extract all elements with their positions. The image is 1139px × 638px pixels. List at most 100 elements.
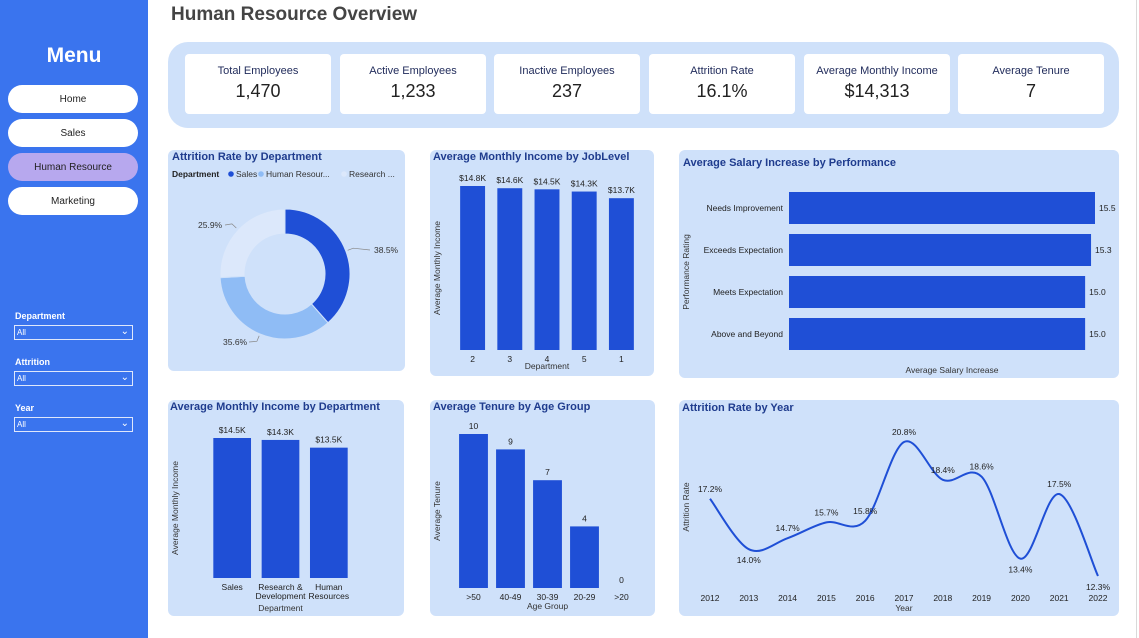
tick-label: 2014: [778, 593, 797, 603]
kpi-value: 1,470: [235, 81, 281, 101]
data-label: 7: [545, 467, 550, 477]
data-label: 15.3: [1095, 245, 1112, 255]
kpi-value: 7: [1025, 81, 1036, 101]
data-label: 14.0%: [737, 555, 762, 565]
bar: [571, 191, 597, 350]
data-label: 10: [469, 421, 479, 431]
data-label: 9: [508, 436, 513, 446]
x-axis-label: Year: [895, 603, 912, 613]
page-title: Human Resource Overview: [171, 4, 418, 25]
data-label: 15.7%: [814, 507, 839, 517]
kpi-label: Attrition Rate: [690, 65, 754, 77]
tick-label: Resources: [309, 591, 350, 601]
tick-label: 2016: [856, 593, 875, 603]
data-label: 0: [619, 575, 624, 585]
kpi-label: Average Monthly Income: [816, 65, 938, 77]
tick-label: 40-49: [500, 592, 522, 602]
data-label: 15.0: [1089, 329, 1106, 339]
leader-line: [248, 335, 260, 343]
legend-marker: [341, 171, 347, 177]
data-label: 18.4%: [931, 465, 956, 475]
chevron-down-icon: ⌄: [120, 418, 129, 429]
data-label: $14.6K: [496, 175, 523, 185]
kpi-strip: Total Employees 1,470 Active Employees 1…: [168, 42, 1119, 128]
nav-sales-button[interactable]: Sales: [8, 119, 138, 147]
data-label: 18.6%: [970, 462, 995, 472]
attrition-by-year-card: Attrition Rate by Year 17.2% 2012 14.0% 2013…: [679, 400, 1119, 616]
tick-label: 3: [507, 354, 512, 364]
nav-human-resource-button[interactable]: Human Resource: [8, 153, 138, 181]
data-label: 12.3%: [1086, 582, 1111, 592]
bar: [534, 189, 560, 350]
x-axis-label: Average Salary Increase: [906, 365, 999, 375]
chart-title: Average Monthly Income by Department: [170, 401, 380, 413]
kpi-label: Total Employees: [217, 65, 299, 77]
tick-label: 1: [619, 354, 624, 364]
data-label: 35.6%: [223, 337, 248, 347]
tick-label: 2017: [895, 593, 914, 603]
kpi-card-active-employees: Active Employees 1,233: [340, 54, 486, 114]
bar: [789, 192, 1095, 224]
income-by-department-card: Average Monthly Income by Department $14.…: [168, 400, 404, 616]
chart-title: Attrition Rate by Year: [682, 402, 794, 414]
donut-slice: [219, 275, 329, 340]
chart-title: Average Tenure by Age Group: [433, 401, 591, 413]
y-axis-label: Performance Rating: [681, 234, 691, 310]
x-axis-label: Department: [258, 603, 303, 613]
kpi-card-average-monthly-income: Average Monthly Income $14,313: [804, 54, 950, 114]
data-label: 17.5%: [1047, 479, 1072, 489]
tick-label: Sales: [222, 582, 243, 592]
bar: [459, 434, 488, 588]
tick-label: Development: [255, 591, 306, 601]
bar: [497, 188, 523, 350]
tick-label: Needs Improvement: [706, 203, 783, 213]
bar: [496, 449, 525, 588]
data-label: 15.5: [1099, 203, 1116, 213]
chevron-down-icon: ⌄: [120, 372, 129, 383]
kpi-value: 237: [551, 81, 583, 101]
nav-home-button[interactable]: Home: [8, 85, 138, 113]
department-filter-select[interactable]: All ⌄: [14, 325, 133, 340]
income-by-department-chart: Average Monthly Income by Department $14.…: [170, 401, 380, 613]
attrition-by-department-card: Attrition Rate by Department Department Sa…: [168, 150, 405, 371]
data-label: 38.5%: [374, 245, 399, 255]
x-axis-label: Department: [525, 361, 570, 371]
legend-entry: Human Resour...: [266, 169, 330, 179]
kpi-card-attrition-rate: Attrition Rate 16.1%: [649, 54, 795, 114]
attrition-filter-label: Attrition: [15, 357, 50, 367]
nav-marketing-button[interactable]: Marketing: [8, 187, 138, 215]
kpi-card-total-employees: Total Employees 1,470: [185, 54, 331, 114]
tick-label: 2013: [739, 593, 758, 603]
data-label: 25.9%: [198, 220, 223, 230]
tick-label: 2019: [972, 593, 991, 603]
year-filter-select[interactable]: All ⌄: [14, 417, 133, 432]
legend-entry: Research ...: [349, 169, 395, 179]
tick-label: Meets Expectation: [713, 287, 783, 297]
bar: [789, 276, 1086, 308]
series-line: [709, 440, 1099, 577]
chart-title: Average Monthly Income by JobLevel: [433, 151, 629, 163]
tick-label: 2020: [1011, 593, 1030, 603]
y-axis-label: Attrition Rate: [681, 482, 691, 531]
data-label: $13.5K: [315, 435, 342, 445]
kpi-value: 1,233: [390, 81, 436, 101]
bar: [789, 234, 1092, 266]
sidebar: Menu Home Sales Human Resource Marketing…: [0, 0, 148, 638]
tick-label: 5: [582, 354, 587, 364]
attrition-filter-select[interactable]: All ⌄: [14, 371, 133, 386]
bar: [213, 438, 252, 578]
legend-title: Department: [172, 169, 219, 179]
tick-label: 2018: [933, 593, 952, 603]
year-filter-label: Year: [15, 403, 35, 413]
menu-title: Menu: [46, 44, 102, 67]
data-label: 20.8%: [892, 427, 917, 437]
y-axis-label: Average Monthly Income: [432, 221, 442, 315]
window-edge: [1136, 0, 1137, 638]
kpi-value: $14,313: [844, 81, 910, 101]
kpi-label: Active Employees: [369, 65, 457, 77]
data-label: $14.8K: [459, 173, 486, 183]
bar: [533, 480, 562, 588]
kpi-card-inactive-employees: Inactive Employees 237: [494, 54, 640, 114]
bar: [261, 439, 300, 578]
chart-title: Average Salary Increase by Performance: [683, 157, 896, 169]
